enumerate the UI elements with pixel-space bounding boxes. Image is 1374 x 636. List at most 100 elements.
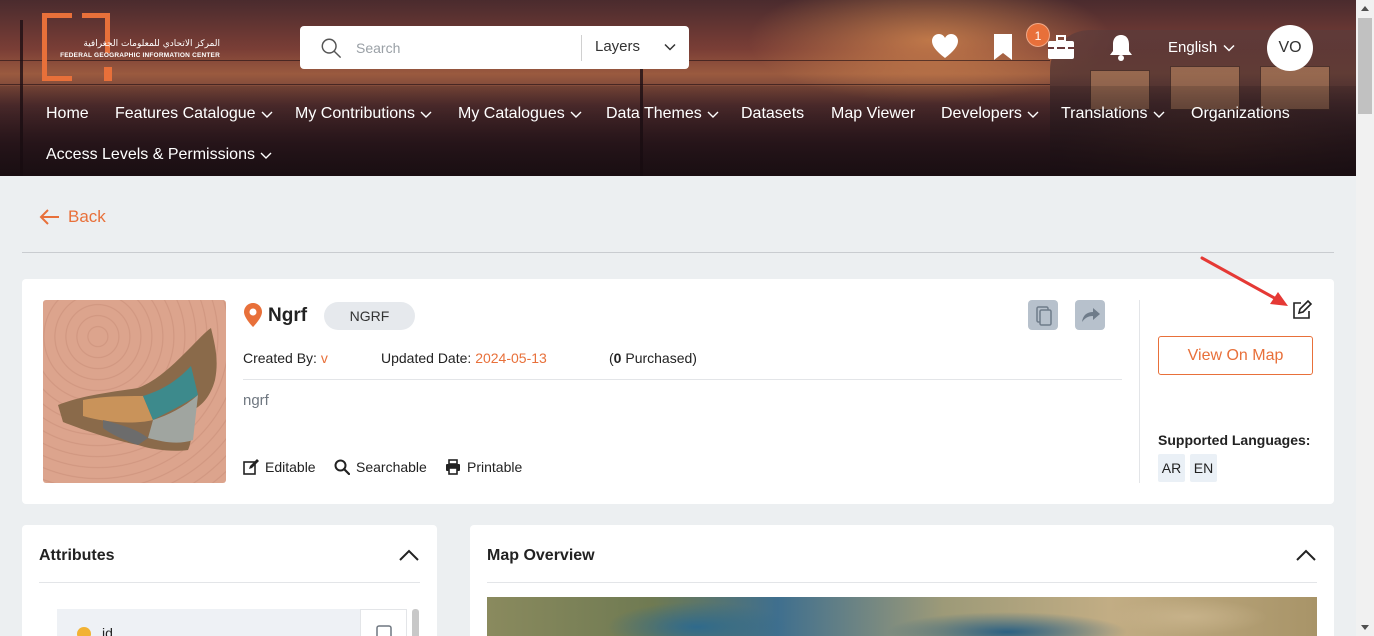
- nav-item-translations[interactable]: Translations: [1061, 105, 1165, 123]
- scrollbar-thumb[interactable]: [1358, 18, 1372, 114]
- chevron-down-icon: [261, 111, 273, 118]
- nav-item-data-themes[interactable]: Data Themes: [606, 105, 719, 123]
- chevron-down-icon: [420, 111, 432, 118]
- meta-divider: [243, 379, 1122, 380]
- capability-label: Editable: [265, 459, 316, 475]
- nav-item-my-catalogues[interactable]: My Catalogues: [458, 105, 582, 123]
- edit-icon: [243, 459, 259, 475]
- copy-icon: [1036, 306, 1052, 326]
- map-overview-image[interactable]: [487, 597, 1317, 636]
- share-button[interactable]: [1075, 300, 1105, 330]
- capability-label: Searchable: [356, 459, 427, 475]
- created-by-value[interactable]: v: [321, 350, 328, 366]
- annotation-arrow-icon: [1200, 256, 1288, 306]
- map-overview-title: Map Overview: [487, 547, 595, 564]
- item-code-badge: NGRF: [324, 302, 415, 330]
- chevron-down-icon[interactable]: [1222, 41, 1236, 55]
- chevron-down-icon[interactable]: [663, 40, 677, 54]
- nav-item-datasets[interactable]: Datasets: [741, 105, 804, 123]
- location-pin-icon: [244, 303, 262, 327]
- search-icon[interactable]: [320, 37, 342, 59]
- card-vertical-divider: [1139, 300, 1140, 483]
- nav-item-label: My Contributions: [295, 105, 416, 122]
- chevron-up-icon[interactable]: [1295, 547, 1317, 563]
- chevron-up-icon[interactable]: [398, 547, 420, 563]
- nav-item-my-contributions[interactable]: My Contributions: [295, 105, 432, 123]
- item-card: Ngrf NGRF Created By: v Updated Date: 20…: [22, 279, 1334, 504]
- item-title: Ngrf: [268, 305, 308, 326]
- nav-item-organizations[interactable]: Organizations: [1191, 105, 1290, 123]
- nav-item-label: Translations: [1061, 105, 1148, 122]
- capability-label: Printable: [467, 459, 523, 475]
- user-avatar[interactable]: VO: [1267, 25, 1313, 71]
- language-chip-en: EN: [1190, 454, 1217, 482]
- nav-item-label: My Catalogues: [458, 105, 565, 122]
- purchased-label: Purchased): [621, 350, 697, 366]
- key-icon: [77, 627, 91, 636]
- purchased-count: (0 Purchased): [609, 350, 697, 366]
- updated-date-label: Updated Date:: [381, 350, 472, 366]
- search-divider: [581, 35, 582, 61]
- language-select[interactable]: English: [1168, 39, 1217, 56]
- updated-date-value: 2024-05-13: [475, 350, 547, 366]
- cart-badge: 1: [1026, 23, 1050, 47]
- view-on-map-button[interactable]: View On Map: [1158, 336, 1313, 375]
- back-label: Back: [68, 207, 106, 226]
- nav-item-label: Features Catalogue: [115, 105, 256, 122]
- bell-icon[interactable]: [1106, 32, 1136, 62]
- nav-item-label: Developers: [941, 105, 1022, 122]
- chevron-down-icon: [1153, 111, 1165, 118]
- capability-searchable: Searchable: [334, 459, 427, 475]
- logo-arabic-text: المركز الاتحادي للمعلومات الجغرافية: [83, 39, 220, 49]
- panel-divider: [487, 582, 1317, 583]
- attribute-details-button[interactable]: [360, 609, 407, 636]
- heart-icon[interactable]: [930, 32, 960, 62]
- nav-item-label: Access Levels & Permissions: [46, 146, 255, 163]
- nav-item-map-viewer[interactable]: Map Viewer: [831, 105, 915, 123]
- supported-languages-label: Supported Languages:: [1158, 432, 1311, 448]
- created-by: Created By: v: [243, 350, 328, 366]
- share-icon: [1082, 308, 1100, 322]
- created-by-label: Created By:: [243, 350, 317, 366]
- search-scope-select[interactable]: Layers: [595, 38, 640, 55]
- document-icon: [376, 625, 392, 636]
- capability-printable: Printable: [445, 459, 522, 475]
- nav-item-label: Datasets: [741, 105, 805, 122]
- item-description: ngrf: [243, 392, 269, 409]
- divider: [22, 252, 1334, 253]
- nav-item-label: Data Themes: [606, 105, 702, 122]
- attributes-scrollbar[interactable]: [412, 609, 419, 636]
- bookmark-icon[interactable]: [988, 32, 1018, 62]
- scroll-up-arrow-icon[interactable]: [1360, 4, 1370, 14]
- search-icon: [334, 459, 350, 475]
- map-overview-panel: Map Overview: [470, 525, 1334, 636]
- nav-item-label: Organizations: [1191, 105, 1290, 122]
- nav-item-features-catalogue[interactable]: Features Catalogue: [115, 105, 273, 123]
- chevron-down-icon: [707, 111, 719, 118]
- chevron-down-icon: [1027, 111, 1039, 118]
- nav-item-label: Home: [46, 105, 89, 122]
- logo-english-text: FEDERAL GEOGRAPHIC INFORMATION CENTER: [60, 52, 220, 59]
- main-nav: Home Features Catalogue My Contributions…: [0, 93, 1356, 176]
- item-thumbnail: [43, 300, 226, 483]
- fgic-logo[interactable]: المركز الاتحادي للمعلومات الجغرافية FEDE…: [42, 13, 220, 81]
- nav-item-developers[interactable]: Developers: [941, 105, 1039, 123]
- language-chip-ar: AR: [1158, 454, 1185, 482]
- back-link[interactable]: Back: [38, 207, 106, 227]
- arrow-left-icon: [39, 209, 59, 225]
- attribute-row[interactable]: id: [57, 609, 407, 636]
- attribute-name: id: [102, 625, 113, 636]
- chevron-down-icon: [260, 152, 272, 159]
- capability-editable: Editable: [243, 459, 316, 475]
- nav-item-label: Map Viewer: [831, 105, 916, 122]
- background-wire: [0, 84, 1050, 85]
- search-input[interactable]: [356, 36, 576, 60]
- nav-item-home[interactable]: Home: [46, 105, 89, 123]
- nav-item-access-levels[interactable]: Access Levels & Permissions: [46, 146, 272, 164]
- copy-button[interactable]: [1028, 300, 1058, 330]
- attributes-panel: Attributes id: [22, 525, 437, 636]
- printer-icon: [446, 459, 460, 475]
- scroll-down-arrow-icon[interactable]: [1360, 622, 1370, 632]
- toolbox-icon[interactable]: [1046, 32, 1076, 62]
- attributes-title: Attributes: [39, 547, 115, 564]
